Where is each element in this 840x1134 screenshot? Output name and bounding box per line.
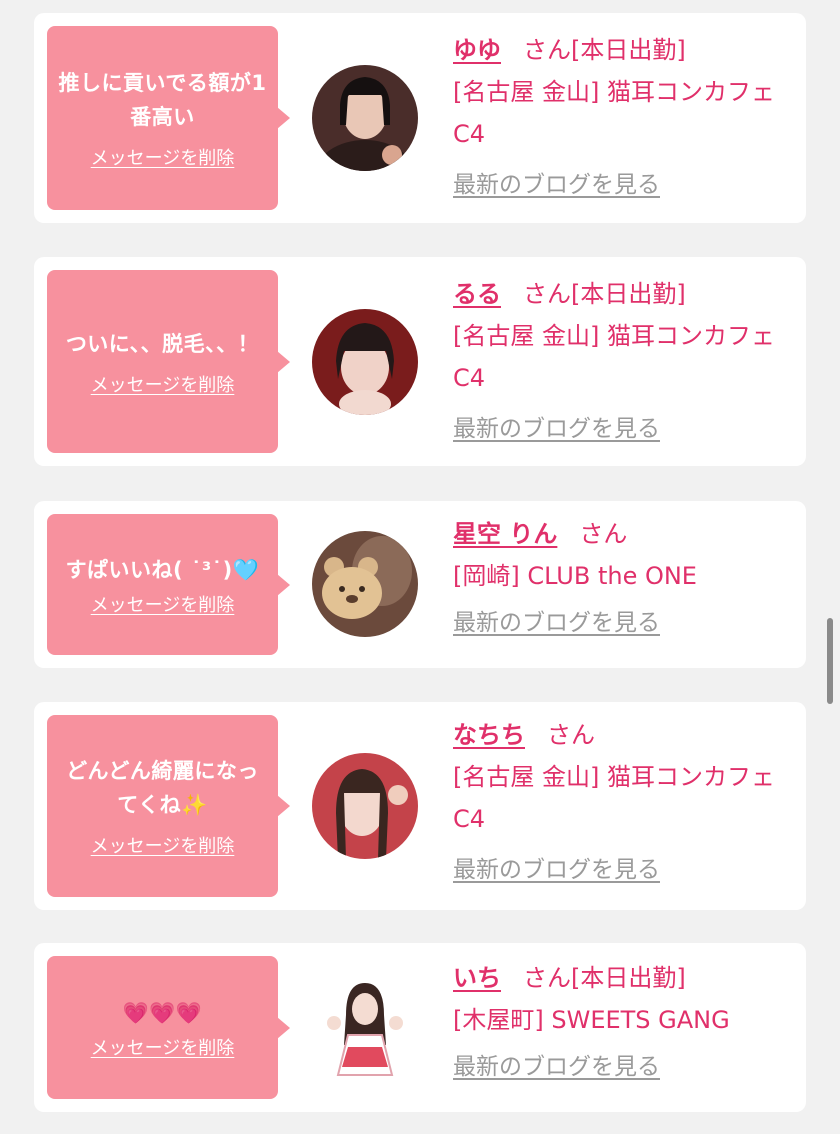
message-card: ついに、、脱毛、、！ メッセージを削除 るる さん[本日出勤] [名古屋 金山] … [34,257,806,466]
shop-name: [名古屋 金山] 猫耳コンカフェ C4 [453,78,775,148]
shop-name: [名古屋 金山] 猫耳コンカフェ C4 [453,763,775,833]
delete-message-link[interactable]: メッセージを削除 [91,832,235,858]
blog-link[interactable]: 最新のブログを見る [453,169,660,201]
shop-name: [名古屋 金山] 猫耳コンカフェ C4 [453,322,775,392]
cast-name-link[interactable]: 星空 りん [453,520,557,548]
cast-name-link[interactable]: ゆゆ [453,36,501,64]
message-text: どんどん綺麗になってくね✨ [66,759,259,817]
message-card: すぱいいね( ˙³˙)🩵 メッセージを削除 星空 りん さん [岡崎] CLUB … [34,501,806,668]
message-bubble: ついに、、脱毛、、！ メッセージを削除 [47,270,290,453]
cast-name-link[interactable]: るる [453,280,501,308]
blog-link[interactable]: 最新のブログを見る [453,607,660,639]
avatar[interactable] [312,753,418,859]
message-text: すぱいいね( ˙³˙)🩵 [65,557,260,582]
honorific: さん [579,520,628,548]
avatar[interactable] [312,975,418,1081]
message-bubble: すぱいいね( ˙³˙)🩵 メッセージを削除 [47,514,290,655]
delete-message-link[interactable]: メッセージを削除 [91,591,235,617]
blog-link[interactable]: 最新のブログを見る [453,854,660,886]
avatar[interactable] [312,531,418,637]
message-bubble: 💗💗💗 メッセージを削除 [47,956,290,1099]
message-text: 推しに貢いでる額が1番高い [58,71,267,129]
blog-link[interactable]: 最新のブログを見る [453,413,660,445]
cast-info: ゆゆ さん[本日出勤] [名古屋 金山] 猫耳コンカフェ C4 最新のブログを見る [453,29,798,201]
delete-message-link[interactable]: メッセージを削除 [91,144,235,170]
cast-info: いち さん[本日出勤] [木屋町] SWEETS GANG 最新のブログを見る [453,957,798,1083]
message-card: 推しに貢いでる額が1番高い メッセージを削除 ゆゆ さん[本日出勤] [名古屋 金… [34,13,806,223]
scrollbar[interactable] [827,618,833,704]
message-text: ついに、、脱毛、、！ [65,331,260,356]
work-status: [本日出勤] [571,964,686,992]
message-text: 💗💗💗 [122,1000,203,1025]
avatar[interactable] [312,309,418,415]
honorific: さん [547,721,595,749]
cast-info: なちち さん [名古屋 金山] 猫耳コンカフェ C4 最新のブログを見る [453,714,798,886]
shop-name: [木屋町] SWEETS GANG [453,1006,730,1034]
honorific: さん [523,964,571,992]
work-status: [本日出勤] [571,36,686,64]
honorific: さん [523,36,571,64]
work-status: [本日出勤] [571,280,686,308]
shop-name: [岡崎] CLUB the ONE [453,562,697,590]
message-bubble: どんどん綺麗になってくね✨ メッセージを削除 [47,715,290,897]
cast-name-link[interactable]: いち [453,964,501,992]
delete-message-link[interactable]: メッセージを削除 [91,1034,235,1060]
cast-info: 星空 りん さん [岡崎] CLUB the ONE 最新のブログを見る [453,513,798,639]
cast-info: るる さん[本日出勤] [名古屋 金山] 猫耳コンカフェ C4 最新のブログを見る [453,273,798,445]
delete-message-link[interactable]: メッセージを削除 [91,371,235,397]
honorific: さん [523,280,571,308]
message-bubble: 推しに貢いでる額が1番高い メッセージを削除 [47,26,290,210]
message-card: どんどん綺麗になってくね✨ メッセージを削除 なちち さん [名古屋 金山] 猫耳… [34,702,806,910]
message-card: 💗💗💗 メッセージを削除 いち さん[本日出勤] [木屋町] SWEETS GAN… [34,943,806,1112]
cast-name-link[interactable]: なちち [453,721,525,749]
blog-link[interactable]: 最新のブログを見る [453,1051,660,1083]
avatar[interactable] [312,65,418,171]
